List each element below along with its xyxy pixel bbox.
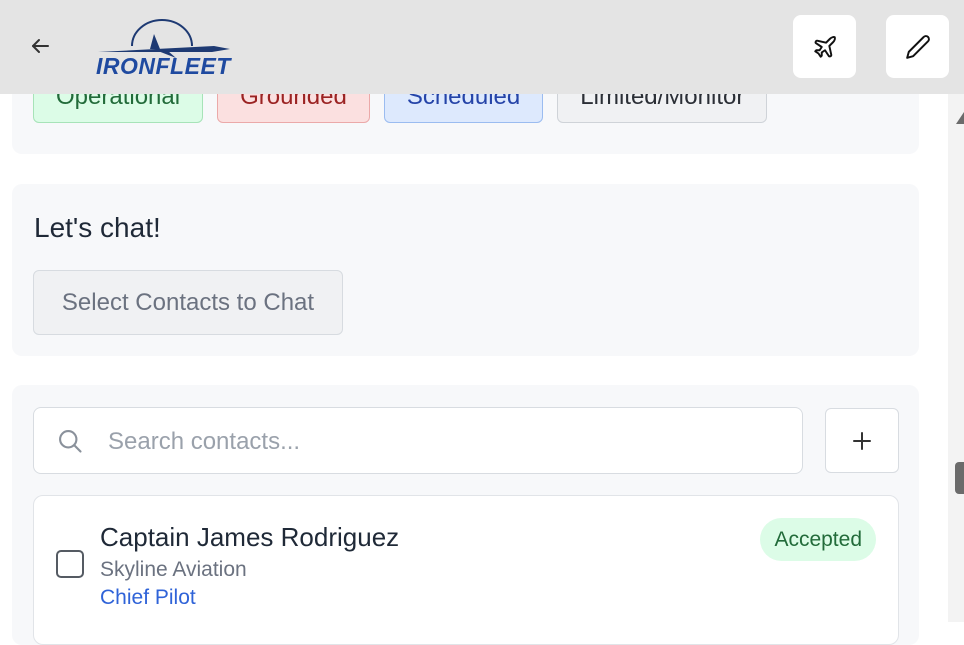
add-contact-button[interactable] <box>825 408 899 473</box>
chat-title: Let's chat! <box>34 212 161 243</box>
search-box <box>33 407 803 475</box>
arrow-left-icon <box>32 39 49 53</box>
select-contacts-button[interactable]: Select Contacts to Chat <box>33 270 343 335</box>
search-icon <box>59 430 82 453</box>
top-bar: IRONFLEET <box>0 0 964 94</box>
svg-text:IRONFLEET: IRONFLEET <box>96 53 232 78</box>
search-input[interactable] <box>106 408 790 475</box>
ironfleet-logo: IRONFLEET <box>96 19 232 78</box>
scrollbar-track[interactable] <box>948 94 964 622</box>
contact-list-item[interactable]: Captain James Rodriguez Skyline Aviation… <box>33 495 899 645</box>
contact-role: Chief Pilot <box>100 586 196 609</box>
contacts-card: Captain James Rodriguez Skyline Aviation… <box>12 385 919 645</box>
status-badge: Accepted <box>760 518 876 561</box>
scroll-up-arrow-icon[interactable] <box>955 108 964 126</box>
chat-card: Let's chat! Select Contacts to Chat <box>12 184 919 356</box>
contact-name: Captain James Rodriguez <box>100 522 400 552</box>
plus-icon <box>853 431 871 450</box>
plane-icon <box>813 35 836 58</box>
contact-checkbox[interactable] <box>56 550 84 578</box>
scrollbar-thumb[interactable] <box>955 462 964 494</box>
edit-button[interactable] <box>886 15 949 78</box>
flight-button[interactable] <box>793 15 856 78</box>
pencil-icon <box>905 34 930 59</box>
contact-company: Skyline Aviation <box>100 558 247 581</box>
back-button[interactable] <box>24 30 56 62</box>
